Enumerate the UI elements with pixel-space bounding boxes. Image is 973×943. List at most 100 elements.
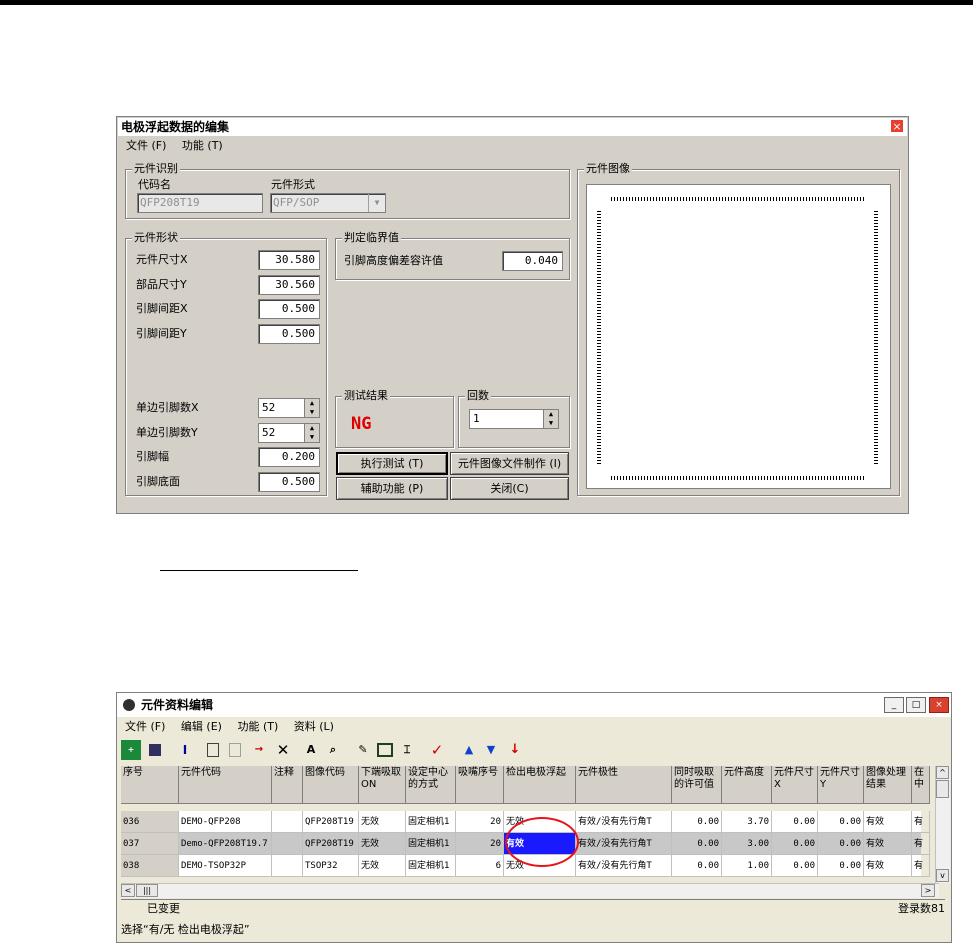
column-header[interactable]: 元件极性 <box>576 766 672 804</box>
text-cursor-icon[interactable]: I <box>175 740 195 760</box>
table-cell[interactable]: 无效 <box>359 811 406 833</box>
table-cell[interactable]: 有效/没有先行角T <box>576 833 672 855</box>
table-cell[interactable]: 6 <box>456 855 504 877</box>
table-cell[interactable]: DEMO-TSOP32P <box>179 855 272 877</box>
height-icon[interactable]: ⌶ <box>397 740 417 760</box>
table-cell[interactable]: Demo-QFP208T19.7 <box>179 833 272 855</box>
column-header[interactable]: 序号 <box>121 766 179 804</box>
camera-settings-icon[interactable]: ✎ <box>353 740 373 760</box>
part-type-select[interactable]: QFP/SOP ▼ <box>270 193 386 213</box>
close-icon[interactable]: × <box>929 697 949 713</box>
table-cell[interactable]: 3.00 <box>722 833 772 855</box>
column-header[interactable]: 在中 <box>912 766 930 804</box>
close-button[interactable]: 关闭(C) <box>450 477 569 500</box>
column-header[interactable]: 设定中心的方式 <box>406 766 456 804</box>
make-image-file-button[interactable]: 元件图像文件制作 (I) <box>450 452 569 475</box>
add-row-icon[interactable]: + <box>121 740 141 760</box>
size-x-field[interactable]: 30.580 <box>258 250 320 270</box>
count-stepper[interactable]: 1 ▲ ▼ <box>469 409 559 429</box>
lead-width-field[interactable]: 0.200 <box>258 447 320 467</box>
table-cell[interactable]: 036 <box>121 811 179 833</box>
column-header[interactable]: 同时吸取的许可值 <box>672 766 722 804</box>
size-y-field[interactable]: 30.560 <box>258 275 320 295</box>
monitor-icon[interactable] <box>375 740 395 760</box>
scroll-up-icon[interactable]: ^ <box>936 766 949 779</box>
table-cell[interactable]: 固定相机1 <box>406 855 456 877</box>
table-cell[interactable]: 0.00 <box>772 833 818 855</box>
table-cell[interactable]: 有效/没有先行角T <box>576 811 672 833</box>
table-cell[interactable]: 037 <box>121 833 179 855</box>
scroll-left-icon[interactable]: < <box>121 884 135 897</box>
table-cell[interactable]: 0.00 <box>818 811 864 833</box>
copy-icon[interactable] <box>203 740 223 760</box>
stepper-arrows-icon[interactable]: ▲ ▼ <box>304 424 319 442</box>
table-cell[interactable]: 无效 <box>359 833 406 855</box>
arrow-down-icon[interactable]: ↓ <box>505 740 525 760</box>
delete-icon[interactable]: ✕ <box>273 740 293 760</box>
paste-icon[interactable] <box>225 740 245 760</box>
scroll-down-icon[interactable]: v <box>936 869 949 882</box>
scroll-thumb-vertical[interactable] <box>936 780 949 798</box>
column-header[interactable]: 检出电极浮起 <box>504 766 576 804</box>
table-cell[interactable]: QFP208T19 <box>303 811 359 833</box>
column-header[interactable]: 元件尺寸Y <box>818 766 864 804</box>
table-cell[interactable]: TSOP32 <box>303 855 359 877</box>
find-text-icon[interactable]: A <box>301 740 321 760</box>
table-cell[interactable]: 0.00 <box>772 811 818 833</box>
menu-function[interactable]: 功能 (T) <box>182 137 223 155</box>
move-up-icon[interactable]: ▲ <box>459 740 479 760</box>
table-cell[interactable]: 038 <box>121 855 179 877</box>
table-cell[interactable]: 固定相机1 <box>406 833 456 855</box>
table-cell[interactable]: 有效/没有先行角T <box>576 855 672 877</box>
code-name-field[interactable]: QFP208T19 <box>137 193 263 213</box>
column-header[interactable]: 注释 <box>272 766 303 804</box>
chevron-down-icon[interactable]: ▼ <box>368 194 385 212</box>
maximize-icon[interactable]: □ <box>906 697 926 713</box>
table-cell[interactable] <box>272 833 303 855</box>
column-header[interactable]: 元件尺寸X <box>772 766 818 804</box>
close-icon[interactable]: × <box>890 119 904 133</box>
scroll-thumb-horizontal[interactable]: ||| <box>136 884 158 897</box>
move-down-icon[interactable]: ▼ <box>481 740 501 760</box>
table-cell[interactable]: DEMO-QFP208 <box>179 811 272 833</box>
table-cell[interactable]: 有效 <box>864 855 912 877</box>
table-cell[interactable]: 有 <box>912 855 930 877</box>
table-cell[interactable]: 0.00 <box>772 855 818 877</box>
column-header[interactable]: 图像代码 <box>303 766 359 804</box>
menu-edit[interactable]: 编辑 (E) <box>181 718 222 735</box>
table-cell[interactable]: 有 <box>912 811 930 833</box>
scroll-right-icon[interactable]: > <box>921 884 935 897</box>
search-replace-icon[interactable]: ⌕ <box>323 740 343 760</box>
lead-bottom-field[interactable]: 0.500 <box>258 472 320 492</box>
table-cell[interactable]: 1.00 <box>722 855 772 877</box>
menu-file[interactable]: 文件 (F) <box>125 718 165 735</box>
table-cell[interactable]: 固定相机1 <box>406 811 456 833</box>
table-cell[interactable]: 0.00 <box>818 855 864 877</box>
run-test-button[interactable]: 执行测试 (T) <box>336 452 448 475</box>
menu-file[interactable]: 文件 (F) <box>126 137 166 155</box>
table-cell[interactable]: 0.00 <box>672 855 722 877</box>
table-cell[interactable]: 无效 <box>359 855 406 877</box>
minimize-icon[interactable]: _ <box>884 697 904 713</box>
table-cell[interactable]: QFP208T19 <box>303 833 359 855</box>
horizontal-scrollbar[interactable]: < ||| > <box>121 883 939 898</box>
table-cell[interactable]: 0.00 <box>672 833 722 855</box>
column-header[interactable]: 元件代码 <box>179 766 272 804</box>
vertical-scrollbar[interactable]: ^ v <box>935 766 950 883</box>
stepper-arrows-icon[interactable]: ▲ ▼ <box>543 410 558 428</box>
table-cell[interactable]: 有效 <box>864 811 912 833</box>
menu-function[interactable]: 功能 (T) <box>237 718 278 735</box>
column-header[interactable]: 吸嘴序号 <box>456 766 504 804</box>
save-icon[interactable] <box>145 740 165 760</box>
table-cell[interactable] <box>272 811 303 833</box>
column-header[interactable]: 元件高度 <box>722 766 772 804</box>
pins-x-stepper[interactable]: 52 ▲ ▼ <box>258 398 320 418</box>
menu-data[interactable]: 资料 (L) <box>294 718 334 735</box>
pins-y-stepper[interactable]: 52 ▲ ▼ <box>258 423 320 443</box>
table-cell[interactable]: 20 <box>456 833 504 855</box>
table-cell[interactable]: 3.70 <box>722 811 772 833</box>
pitch-y-field[interactable]: 0.500 <box>258 324 320 344</box>
stepper-arrows-icon[interactable]: ▲ ▼ <box>304 399 319 417</box>
check-icon[interactable]: ✓ <box>427 740 447 760</box>
column-header[interactable]: 下端吸取ON <box>359 766 406 804</box>
